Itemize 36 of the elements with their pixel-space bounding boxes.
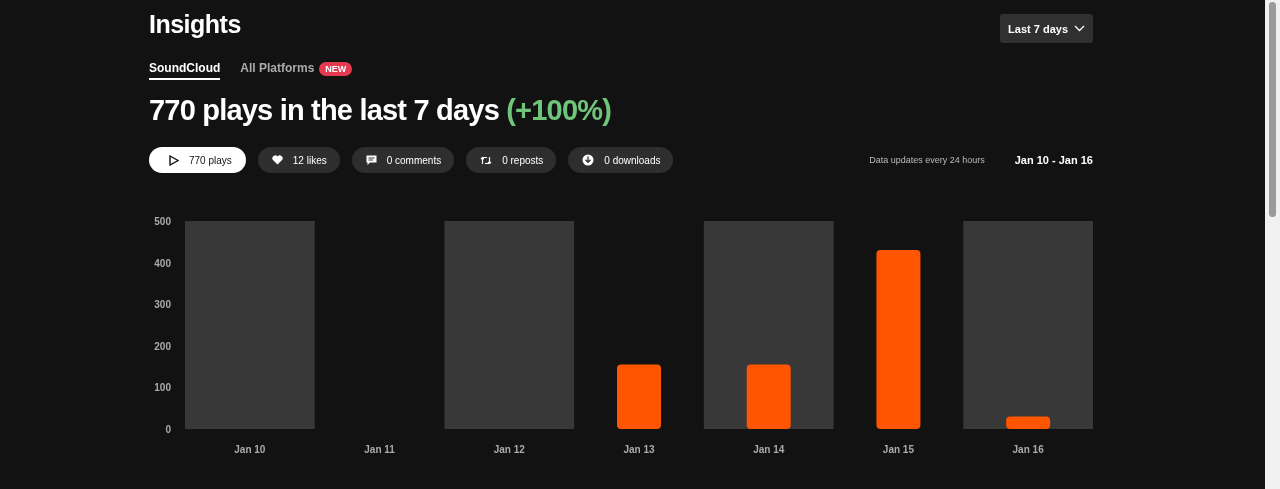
x-tick-label: Jan 16 [1012, 444, 1044, 455]
plays-headline: 770 plays in the last 7 days (+100%) [149, 94, 613, 127]
comment-icon [365, 154, 377, 166]
metric-chip[interactable]: 0 downloads [568, 147, 674, 173]
y-tick-label: 100 [154, 382, 171, 394]
platform-tab[interactable]: All Platforms [240, 61, 315, 80]
y-tick-label: 500 [154, 216, 171, 227]
x-tick-label: Jan 15 [882, 444, 914, 455]
play-icon [169, 154, 179, 166]
new-badge: NEW [319, 62, 353, 76]
scrollbar-thumb[interactable] [1269, 2, 1276, 217]
scrollbar[interactable] [1265, 0, 1280, 489]
x-tick-label: Jan 12 [493, 444, 525, 455]
page-title: Insights [149, 10, 241, 39]
chevron-icon [1074, 25, 1085, 32]
metric-chip[interactable]: 12 likes [257, 147, 340, 173]
y-tick-label: 400 [154, 257, 171, 269]
heart-icon [271, 155, 283, 165]
download-icon [582, 154, 595, 166]
update-note: Data updates every 24 hours [869, 155, 985, 165]
plays-bar [746, 364, 791, 429]
x-tick-label: Jan 11 [364, 444, 395, 455]
platform-tab[interactable]: SoundCloud [149, 61, 221, 80]
x-tick-label: Jan 13 [623, 444, 655, 455]
y-tick-label: 200 [154, 340, 171, 352]
date-range: Jan 10 - Jan 16 [1014, 154, 1093, 166]
repost-icon [480, 154, 493, 166]
metric-chip[interactable]: 0 reposts [466, 147, 557, 173]
metric-chip[interactable]: 770 plays [149, 147, 246, 173]
metric-chip[interactable]: 0 comments [351, 147, 455, 173]
range-dropdown[interactable]: Last 7 days [1000, 14, 1093, 43]
y-tick-label: 300 [154, 299, 171, 311]
x-tick-label: Jan 14 [753, 444, 785, 455]
y-tick-label: 0 [165, 424, 171, 435]
plays-bar [617, 364, 661, 429]
x-tick-label: Jan 10 [234, 444, 266, 455]
